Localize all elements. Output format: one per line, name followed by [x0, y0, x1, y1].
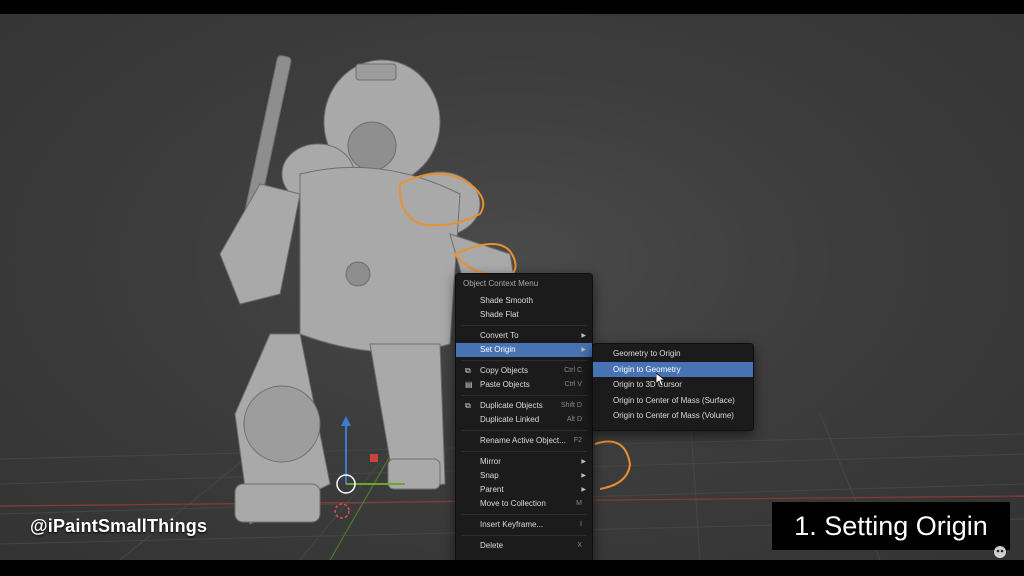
menu-item-shade-smooth[interactable]: Shade Smooth: [456, 294, 592, 308]
menu-item-move-to-collection[interactable]: Move to Collection M: [456, 497, 592, 511]
menu-item-label: Move to Collection: [480, 499, 546, 508]
menu-item-label: Convert To: [480, 331, 519, 340]
menu-item-label: Shade Flat: [480, 310, 519, 319]
menu-item-paste-objects[interactable]: ▤ Paste Objects Ctrl V: [456, 378, 592, 392]
submenu-arrow-icon: ▶: [581, 333, 586, 339]
menu-item-delete[interactable]: Delete X: [456, 539, 592, 553]
menu-item-label: Shade Smooth: [480, 296, 533, 305]
menu-item-shortcut: Alt D: [566, 416, 582, 423]
context-menu-title: Object Context Menu: [463, 279, 539, 288]
menu-item-shortcut: Shift D: [560, 402, 582, 409]
menu-item-shortcut: Ctrl V: [564, 381, 583, 388]
menu-item-shortcut: Ctrl C: [564, 367, 582, 374]
submenu-item-origin-to-geometry[interactable]: Origin to Geometry: [593, 361, 753, 377]
menu-item-parent[interactable]: Parent ▶: [456, 483, 592, 497]
menu-item-set-origin[interactable]: Set Origin ▶: [456, 343, 592, 357]
menu-item-label: Mirror: [480, 457, 501, 466]
menu-item-shortcut: I: [580, 521, 582, 528]
duplicate-icon: ⧉: [465, 401, 471, 410]
menu-separator: [461, 395, 587, 396]
menu-item-rename-active-object[interactable]: Rename Active Object... F2: [456, 434, 592, 448]
submenu-arrow-icon: ▶: [581, 459, 586, 465]
channel-logo-icon: [994, 546, 1006, 558]
set-origin-submenu: Geometry to Origin Origin to Geometry Or…: [592, 343, 754, 431]
menu-item-duplicate-linked[interactable]: Duplicate Linked Alt D: [456, 413, 592, 427]
submenu-item-origin-to-center-of-mass-surface[interactable]: Origin to Center of Mass (Surface): [593, 393, 753, 409]
menu-item-insert-keyframe[interactable]: Insert Keyframe... I: [456, 518, 592, 532]
menu-item-label: Duplicate Objects: [480, 401, 543, 410]
menu-item-label: Set Origin: [480, 345, 516, 354]
menu-separator: [461, 325, 587, 326]
menu-item-shortcut: X: [577, 542, 582, 549]
mouse-pointer-icon: [656, 373, 666, 387]
menu-item-mirror[interactable]: Mirror ▶: [456, 455, 592, 469]
submenu-arrow-icon: ▶: [581, 347, 586, 353]
menu-item-shortcut: M: [576, 500, 582, 507]
menu-item-label: Paste Objects: [480, 380, 530, 389]
letterbox-top: [0, 0, 1024, 14]
menu-separator: [461, 451, 587, 452]
menu-item-duplicate-objects[interactable]: ⧉ Duplicate Objects Shift D: [456, 399, 592, 413]
submenu-item-origin-to-center-of-mass-volume[interactable]: Origin to Center of Mass (Volume): [593, 408, 753, 424]
object-context-menu: Object Context Menu Shade Smooth Shade F…: [455, 273, 593, 563]
menu-item-label: Snap: [480, 471, 499, 480]
menu-item-label: Rename Active Object...: [480, 436, 566, 445]
submenu-arrow-icon: ▶: [581, 473, 586, 479]
menu-item-label: Duplicate Linked: [480, 415, 540, 424]
letterbox-bottom: [0, 560, 1024, 576]
menu-item-snap[interactable]: Snap ▶: [456, 469, 592, 483]
copy-icon: ⧉: [465, 366, 471, 375]
menu-separator: [461, 430, 587, 431]
menu-item-label: Parent: [480, 485, 504, 494]
menu-item-shade-flat[interactable]: Shade Flat: [456, 308, 592, 322]
channel-watermark: @iPaintSmallThings: [30, 516, 208, 536]
menu-separator: [461, 514, 587, 515]
menu-separator: [461, 535, 587, 536]
step-caption: 1. Setting Origin: [772, 502, 1010, 550]
menu-separator: [461, 360, 587, 361]
menu-item-copy-objects[interactable]: ⧉ Copy Objects Ctrl C: [456, 364, 592, 378]
menu-item-label: Delete: [480, 541, 504, 550]
submenu-item-geometry-to-origin[interactable]: Geometry to Origin: [593, 346, 753, 362]
submenu-item-origin-to-3d-cursor[interactable]: Origin to 3D Cursor: [593, 377, 753, 393]
submenu-arrow-icon: ▶: [581, 487, 586, 493]
menu-item-convert-to[interactable]: Convert To ▶: [456, 329, 592, 343]
menu-item-label: Copy Objects: [480, 366, 529, 375]
paste-icon: ▤: [465, 380, 473, 389]
menu-item-shortcut: F2: [573, 437, 582, 444]
menu-item-label: Insert Keyframe...: [480, 520, 544, 529]
